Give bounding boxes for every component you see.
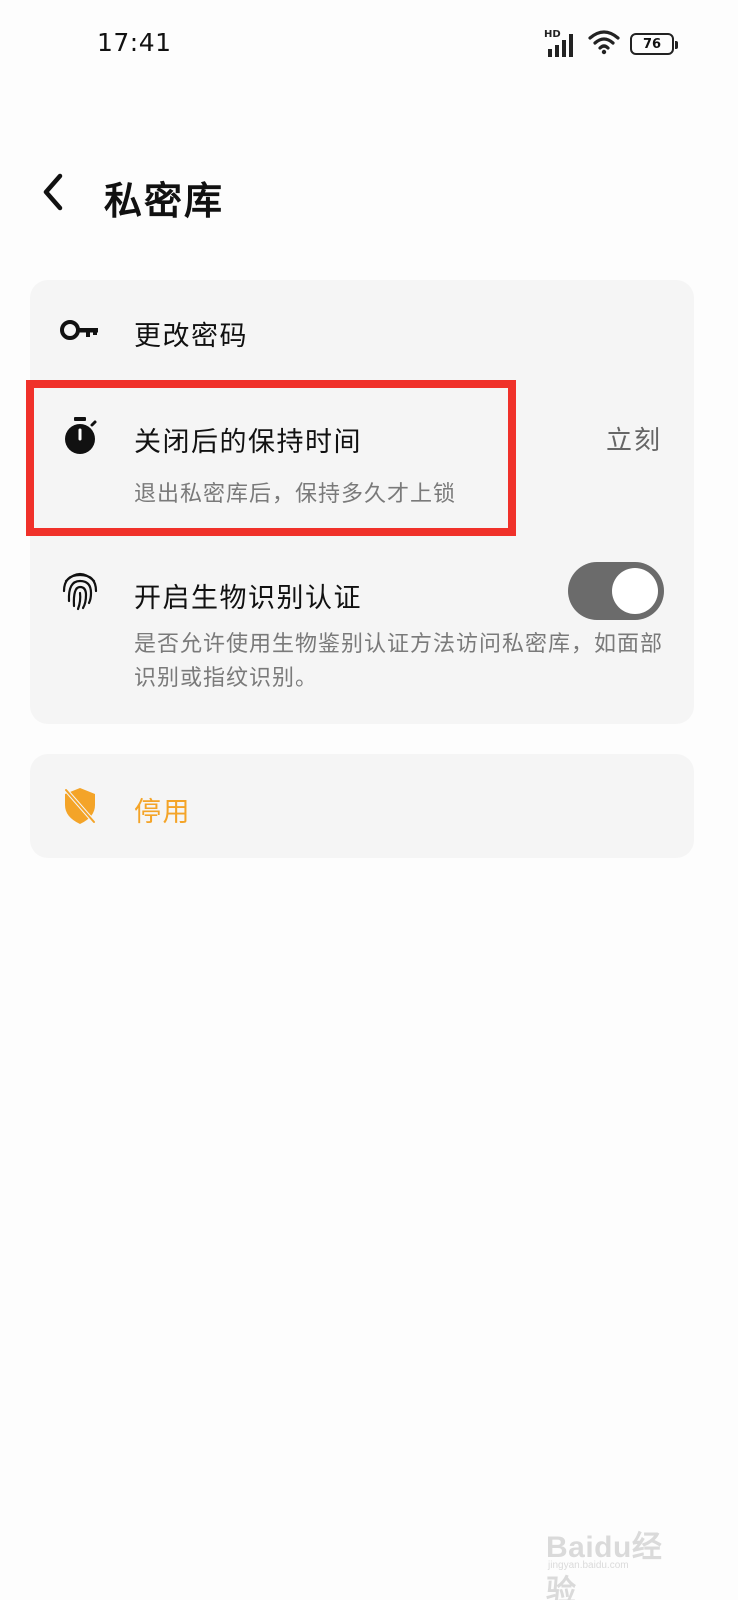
- disable-label: 停用: [134, 797, 191, 828]
- stopwatch-icon: [58, 414, 102, 458]
- keep-time-label: 关闭后的保持时间: [134, 427, 362, 458]
- header: 私密库: [0, 150, 738, 240]
- disable-card: 停用: [30, 754, 694, 858]
- status-time: 17:41: [97, 28, 172, 57]
- toggle-knob: [612, 568, 658, 614]
- keep-time-item[interactable]: 关闭后的保持时间 立刻 退出私密库后，保持多久才上锁: [30, 384, 694, 534]
- battery-icon: 76: [630, 33, 678, 55]
- baidu-watermark: Baidu经验 jingyan.baidu.com: [546, 1510, 686, 1600]
- screen: 17:41 HD 76 私密库 更改密码 关闭后的保持时间 立刻 退出私密库后，…: [0, 0, 738, 1600]
- disable-item[interactable]: 停用: [30, 754, 694, 858]
- battery-level: 76: [642, 36, 662, 52]
- keep-time-description: 退出私密库后，保持多久才上锁: [134, 482, 457, 507]
- cellular-signal-icon: HD: [544, 29, 578, 57]
- chevron-left-icon: [43, 173, 63, 211]
- change-password-item[interactable]: 更改密码: [30, 280, 694, 380]
- biometric-toggle[interactable]: [568, 562, 664, 620]
- page-title: 私密库: [104, 179, 225, 223]
- change-password-label: 更改密码: [134, 321, 248, 352]
- watermark-url: jingyan.baidu.com: [548, 1560, 629, 1571]
- shield-off-icon: [58, 784, 102, 828]
- biometric-item: 开启生物识别认证 是否允许使用生物鉴别认证方法访问私密库，如面部识别或指纹识别。: [30, 542, 694, 722]
- keep-time-value: 立刻: [605, 426, 662, 456]
- status-bar: 17:41 HD 76: [0, 0, 738, 88]
- back-button[interactable]: [30, 168, 74, 216]
- biometric-label: 开启生物识别认证: [134, 583, 362, 614]
- fingerprint-icon: [58, 568, 102, 612]
- biometric-description: 是否允许使用生物鉴别认证方法访问私密库，如面部识别或指纹识别。: [134, 632, 664, 691]
- settings-card: 更改密码 关闭后的保持时间 立刻 退出私密库后，保持多久才上锁 开启生物识别认证…: [30, 280, 694, 724]
- network-type-label: HD: [544, 29, 561, 40]
- status-icons: HD 76: [544, 29, 678, 59]
- wifi-icon: [588, 29, 620, 59]
- key-icon: [58, 308, 102, 352]
